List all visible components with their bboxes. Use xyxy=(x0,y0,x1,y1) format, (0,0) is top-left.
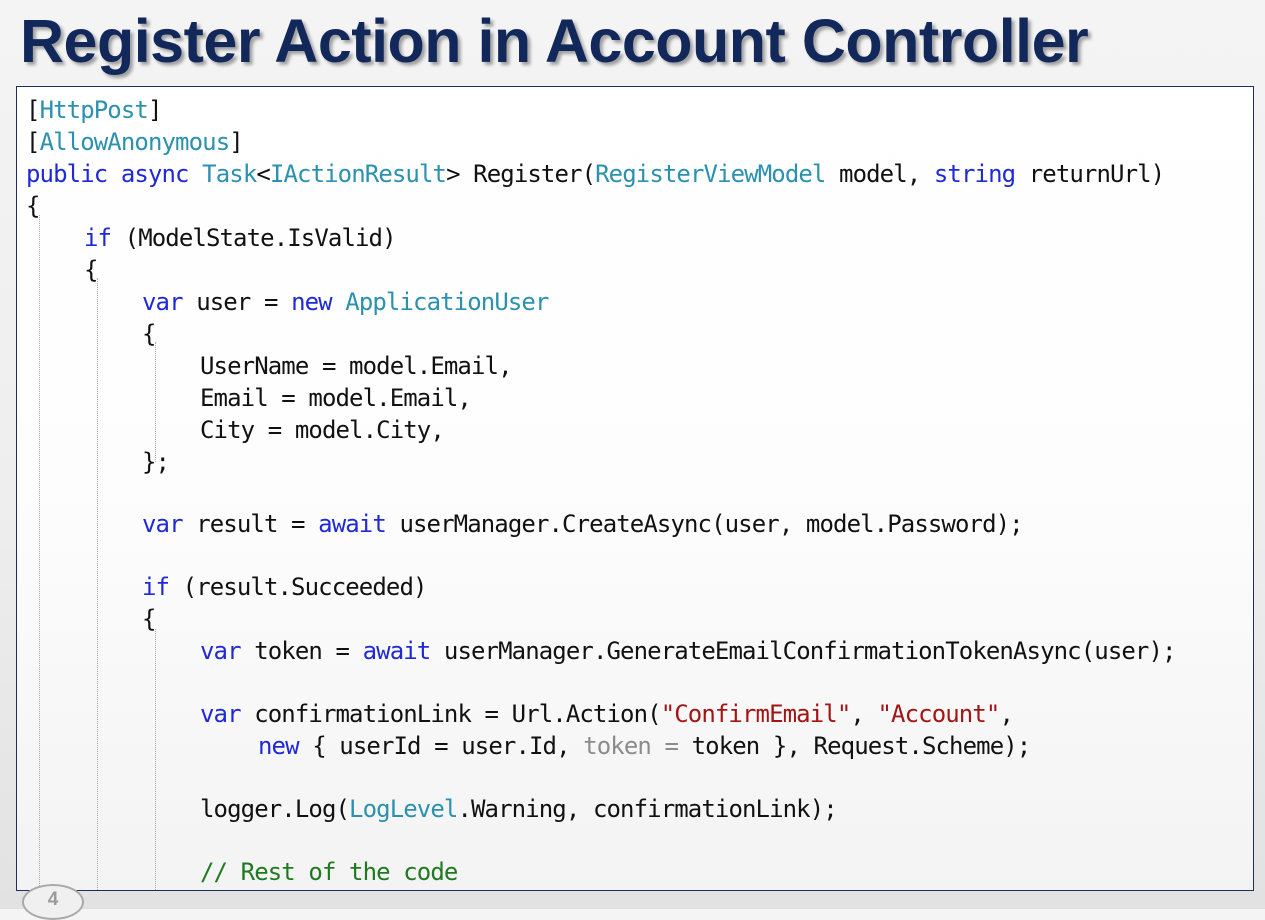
code-token: await xyxy=(318,510,387,538)
code-token: UserName = model.Email, xyxy=(200,352,513,380)
indent-guide xyxy=(39,215,40,890)
code-token: async xyxy=(120,160,190,188)
code-token: { xyxy=(26,192,40,220)
code-line-if-modelstate: if (ModelState.IsValid) xyxy=(84,222,397,254)
code-token: HttpPost xyxy=(39,96,149,124)
code-token: }; xyxy=(142,448,170,476)
slide-title: Register Action in Account Controller xyxy=(20,7,1089,75)
code-token: [ xyxy=(26,128,40,156)
code-line-username: UserName = model.Email, xyxy=(200,350,513,382)
page-number-badge: 4 xyxy=(22,884,84,920)
code-token: string xyxy=(933,160,1016,188)
code-line-var-user: var user = new ApplicationUser xyxy=(142,286,549,318)
code-token: { xyxy=(84,256,98,284)
code-token: (result.Succeeded) xyxy=(169,573,428,601)
code-line-email: Email = model.Email, xyxy=(200,382,472,414)
code-token: new xyxy=(258,732,300,760)
code-token: { xyxy=(142,605,156,633)
code-line-method-signature: public async Task<IActionResult> Registe… xyxy=(26,158,1165,190)
code-token: returnUrl) xyxy=(1015,160,1165,188)
code-token: "ConfirmEmail" xyxy=(660,700,852,728)
code-token: [ xyxy=(26,96,40,124)
code-token: result = xyxy=(182,510,319,538)
code-token: (ModelState.IsValid) xyxy=(111,224,397,252)
code-token: > Register( xyxy=(446,160,596,188)
code-token: var xyxy=(142,288,184,316)
code-token: var xyxy=(200,700,242,728)
code-token: public xyxy=(26,160,108,188)
indent-guide xyxy=(97,278,98,890)
code-token: AllowAnonymous xyxy=(39,128,231,156)
code-token: Email = model.Email, xyxy=(200,384,472,412)
code-line-open-brace: { xyxy=(84,254,98,286)
code-token: token }, Request.Scheme); xyxy=(678,732,1032,760)
code-line-route-values: new { userId = user.Id, token = token },… xyxy=(258,730,1032,762)
code-line-var-confirmationlink: var confirmationLink = Url.Action("Confi… xyxy=(200,698,1014,730)
code-token: ] xyxy=(147,96,162,124)
code-token: logger.Log( xyxy=(200,795,350,823)
code-line-if-succeeded: if (result.Succeeded) xyxy=(142,571,427,603)
code-token: model, xyxy=(825,160,934,188)
code-token: token = xyxy=(583,732,679,760)
code-line-open-brace: { xyxy=(26,190,40,222)
code-token: City = model.City, xyxy=(200,416,445,444)
code-line-city: City = model.City, xyxy=(200,414,445,446)
code-line-var-result: var result = await userManager.CreateAsy… xyxy=(142,508,1024,540)
code-line-close-brace: }; xyxy=(142,446,170,478)
code-line-var-token: var token = await userManager.GenerateEm… xyxy=(200,635,1176,667)
code-token: LogLevel xyxy=(349,795,458,823)
code-token: new xyxy=(291,288,333,316)
code-token: , xyxy=(850,700,878,728)
code-token: if xyxy=(84,224,112,252)
code-token: ApplicationUser xyxy=(345,288,549,316)
code-line-attribute-allowanonymous: [AllowAnonymous] xyxy=(26,126,244,158)
code-line-attribute-httppost: [HttpPost] xyxy=(26,94,162,126)
code-token: userManager.GenerateEmailConfirmationTok… xyxy=(430,637,1177,665)
code-token: token = xyxy=(240,637,363,665)
code-token: // Rest of the code xyxy=(200,858,458,886)
code-line-open-brace: { xyxy=(142,603,156,635)
code-block: [HttpPost] [AllowAnonymous] public async… xyxy=(16,86,1254,891)
code-line-logger: logger.Log(LogLevel.Warning, confirmatio… xyxy=(200,793,838,825)
code-token: var xyxy=(200,637,242,665)
code-line-comment: // Rest of the code xyxy=(200,856,458,888)
code-token: { xyxy=(142,320,156,348)
indent-guide xyxy=(155,342,156,462)
code-token: RegisterViewModel xyxy=(595,160,826,188)
code-token: < xyxy=(256,160,270,188)
code-token: Task xyxy=(202,160,257,188)
code-token: user = xyxy=(182,288,292,316)
code-line-open-brace: { xyxy=(142,318,156,350)
indent-guide xyxy=(155,629,156,890)
code-token: .Warning, confirmationLink); xyxy=(457,795,837,823)
code-token: IActionResult xyxy=(269,160,447,188)
code-token: await xyxy=(362,637,432,665)
code-token: var xyxy=(142,510,184,538)
code-token: "Account" xyxy=(877,700,1001,728)
code-token: ] xyxy=(229,128,243,156)
code-token: , xyxy=(999,700,1014,728)
code-token: userManager.CreateAsync(user, model.Pass… xyxy=(385,510,1023,538)
code-token: confirmationLink = Url.Action( xyxy=(240,700,661,728)
code-token: if xyxy=(142,573,170,601)
code-token: { userId = user.Id, xyxy=(298,732,584,760)
